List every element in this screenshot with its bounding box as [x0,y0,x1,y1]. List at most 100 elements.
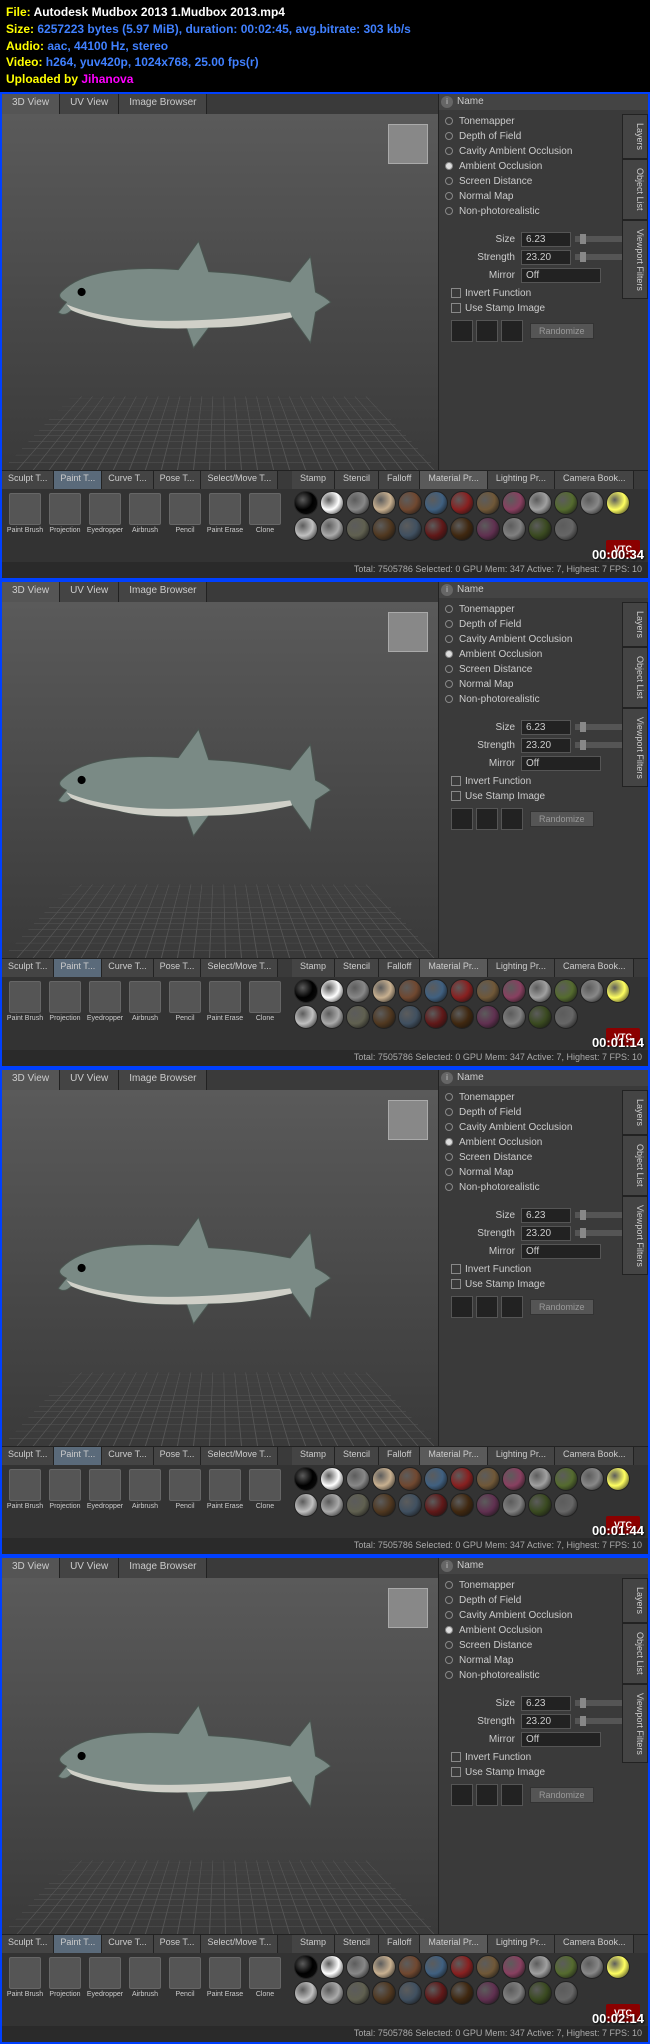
material-swatch[interactable] [320,979,344,1003]
tool-button[interactable]: Eyedropper [86,1469,124,1534]
filter-item[interactable]: Non-photorealistic [439,1180,648,1195]
material-swatch[interactable] [398,1955,422,1979]
tool-tab[interactable]: Pose T... [154,959,202,977]
material-swatch[interactable] [398,491,422,515]
material-swatch[interactable] [424,1981,448,2005]
material-swatch[interactable] [294,1493,318,1517]
randomize-button[interactable]: Randomize [530,811,594,827]
filter-item[interactable]: Cavity Ambient Occlusion [439,144,648,159]
filter-item[interactable]: Depth of Field [439,1105,648,1120]
material-swatch[interactable] [294,979,318,1003]
material-swatch[interactable] [554,517,578,541]
material-swatch[interactable] [450,1981,474,2005]
tool-button[interactable]: Clone [246,493,284,558]
filter-item[interactable]: Ambient Occlusion [439,1135,648,1150]
material-swatch[interactable] [320,1955,344,1979]
filter-item[interactable]: Screen Distance [439,1150,648,1165]
material-swatch[interactable] [502,1493,526,1517]
material-swatch[interactable] [554,491,578,515]
swatch-tab[interactable]: Falloff [379,959,420,977]
material-swatch[interactable] [606,979,630,1003]
tool-button[interactable]: Pencil [166,493,204,558]
tool-tab[interactable]: Curve T... [102,1447,153,1465]
tool-button[interactable]: Projection [46,1957,84,2022]
stamp-thumb[interactable] [451,1784,473,1806]
side-tab[interactable]: Viewport Filters [622,708,648,788]
filter-item[interactable]: Cavity Ambient Occlusion [439,632,648,647]
stamp-thumb[interactable] [476,320,498,342]
material-swatch[interactable] [450,979,474,1003]
material-swatch[interactable] [450,1955,474,1979]
material-swatch[interactable] [320,491,344,515]
stamp-checkbox[interactable] [451,1767,461,1777]
tool-button[interactable]: Airbrush [126,493,164,558]
tool-tab[interactable]: Pose T... [154,1935,202,1953]
swatch-tab[interactable]: Stencil [335,959,379,977]
material-swatch[interactable] [320,1981,344,2005]
side-tab[interactable]: Layers [622,602,648,647]
filter-item[interactable]: Screen Distance [439,174,648,189]
tool-button[interactable]: Airbrush [126,1469,164,1534]
view-cube-gizmo[interactable] [388,1588,428,1628]
stamp-thumb[interactable] [476,1784,498,1806]
material-swatch[interactable] [346,1467,370,1491]
size-input[interactable]: 6.23 [521,1208,571,1223]
material-swatch[interactable] [372,1493,396,1517]
filter-item[interactable]: Normal Map [439,189,648,204]
filter-item[interactable]: Depth of Field [439,617,648,632]
material-swatch[interactable] [502,517,526,541]
view-tab[interactable]: 3D View [2,582,60,602]
swatch-tab[interactable]: Material Pr... [420,471,488,489]
material-swatch[interactable] [320,517,344,541]
material-swatch[interactable] [528,979,552,1003]
filter-item[interactable]: Screen Distance [439,1638,648,1653]
invert-checkbox[interactable] [451,776,461,786]
material-swatch[interactable] [424,491,448,515]
side-tab[interactable]: Layers [622,114,648,159]
tool-button[interactable]: Airbrush [126,981,164,1046]
material-swatch[interactable] [450,491,474,515]
material-swatch[interactable] [424,517,448,541]
material-swatch[interactable] [372,1005,396,1029]
material-swatch[interactable] [398,517,422,541]
material-swatch[interactable] [346,1493,370,1517]
view-cube-gizmo[interactable] [388,612,428,652]
side-tab[interactable]: Object List [622,647,648,708]
tool-tab[interactable]: Sculpt T... [2,471,54,489]
tool-tab[interactable]: Select/Move T... [201,959,278,977]
3d-viewport[interactable] [2,1578,438,1934]
material-swatch[interactable] [554,1493,578,1517]
side-tab[interactable]: Object List [622,159,648,220]
strength-input[interactable]: 23.20 [521,250,571,265]
swatch-tab[interactable]: Falloff [379,471,420,489]
filter-item[interactable]: Non-photorealistic [439,1668,648,1683]
tool-tab[interactable]: Paint T... [54,1447,102,1465]
material-swatch[interactable] [528,1493,552,1517]
material-swatch[interactable] [502,1005,526,1029]
filter-item[interactable]: Ambient Occlusion [439,1623,648,1638]
material-swatch[interactable] [476,979,500,1003]
material-swatch[interactable] [398,1981,422,2005]
material-swatch[interactable] [580,979,604,1003]
material-swatch[interactable] [372,1467,396,1491]
filter-item[interactable]: Depth of Field [439,129,648,144]
stamp-checkbox[interactable] [451,303,461,313]
material-swatch[interactable] [372,491,396,515]
material-swatch[interactable] [294,491,318,515]
material-swatch[interactable] [294,1005,318,1029]
material-swatch[interactable] [476,1005,500,1029]
material-swatch[interactable] [476,1467,500,1491]
material-swatch[interactable] [502,491,526,515]
side-tab[interactable]: Viewport Filters [622,220,648,300]
shark-model[interactable] [46,691,351,869]
randomize-button[interactable]: Randomize [530,1787,594,1803]
material-swatch[interactable] [450,1005,474,1029]
filter-item[interactable]: Ambient Occlusion [439,647,648,662]
tool-button[interactable]: Airbrush [126,1957,164,2022]
material-swatch[interactable] [554,1467,578,1491]
swatch-tab[interactable]: Material Pr... [420,1935,488,1953]
material-swatch[interactable] [476,517,500,541]
tool-button[interactable]: Paint Erase [206,981,244,1046]
3d-viewport[interactable] [2,1090,438,1446]
invert-checkbox[interactable] [451,1752,461,1762]
